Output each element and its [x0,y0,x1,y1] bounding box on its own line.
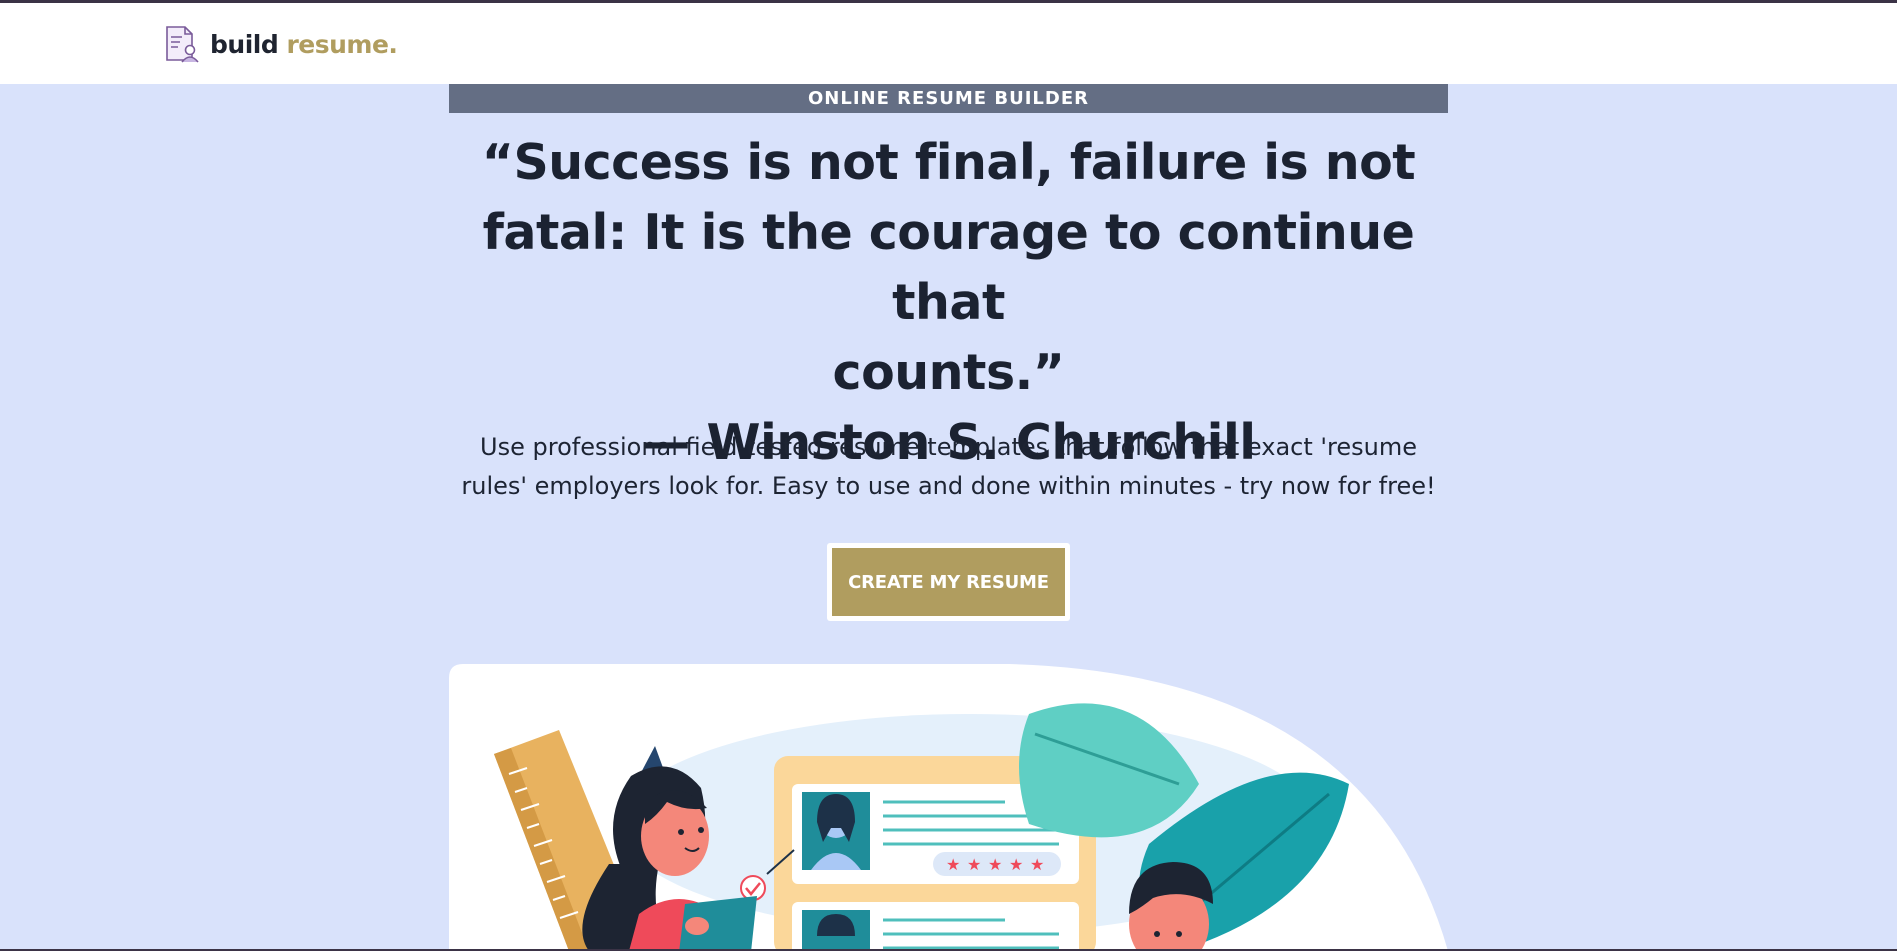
site-header: build resume. [0,3,1897,84]
star-icon: ★ [967,855,981,874]
logo-link[interactable]: build resume. [162,24,398,64]
star-icon: ★ [988,855,1002,874]
create-resume-button[interactable]: CREATE MY RESUME [832,548,1065,616]
star-icon: ★ [1030,855,1044,874]
hero-description: Use professional field-tested resume tem… [461,433,1436,500]
eyebrow-banner: ONLINE RESUME BUILDER [449,84,1448,113]
man-figure [1129,862,1213,951]
quote-line: counts.” [832,344,1065,401]
quote-line: fatal: It is the courage to continue tha… [482,204,1415,331]
quote-line: “Success is not final, failure is not [481,134,1416,191]
logo-word-resume: resume. [286,29,398,59]
cta-frame: CREATE MY RESUME [827,543,1070,621]
hero-quote: “Success is not final, failure is not fa… [449,128,1448,478]
resume-person-icon [162,24,202,64]
logo-word-build: build [210,29,279,59]
logo-wordmark: build resume. [210,29,398,59]
resume-review-illustration: ★ ★ ★ ★ ★ [449,664,1448,951]
star-icon: ★ [946,855,960,874]
star-icon: ★ [1009,855,1023,874]
